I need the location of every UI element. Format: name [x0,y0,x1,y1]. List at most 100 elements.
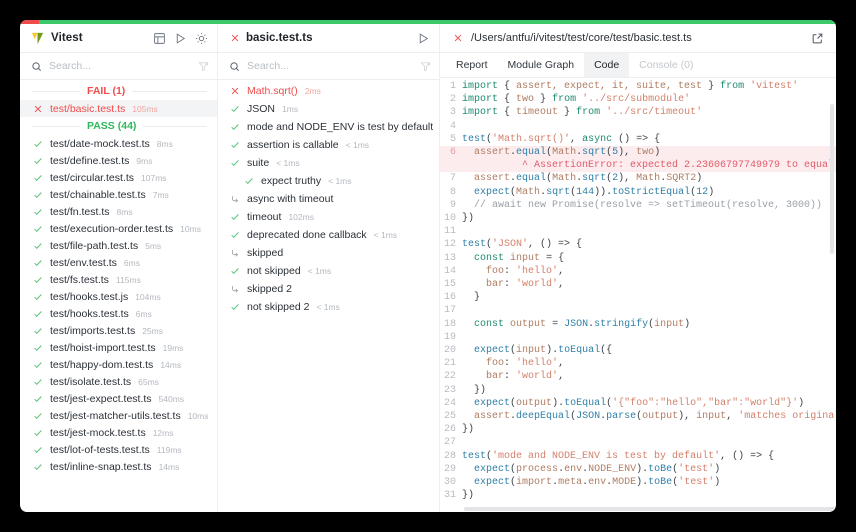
code-source [462,120,836,133]
search-input[interactable] [49,60,191,72]
code-line: 26}) [440,423,836,436]
test-file-list[interactable]: FAIL (1)test/basic.test.ts105msPASS (44)… [20,80,217,512]
code-token: equal [516,147,546,158]
file-path-text: /Users/antfu/i/vitest/test/core/test/bas… [471,32,803,44]
code-source: const output = JSON.stringify(input) [462,318,836,331]
code-token: sqrt [582,173,606,184]
code-line: 6 assert.equal(Math.sqrt(5), two) [440,146,836,159]
fail-status-icon [229,33,240,44]
dashboard-icon[interactable] [152,31,167,46]
file-path-header: /Users/antfu/i/vitest/test/core/test/bas… [440,24,836,53]
tab-module-graph[interactable]: Module Graph [498,53,585,77]
line-number: 1 [440,80,462,93]
code-token: Math [552,147,576,158]
test-file-name: test/define.test.ts [50,155,129,167]
test-file-row[interactable]: test/happy-dom.test.ts14ms [20,356,217,373]
test-case-duration: < 1ms [316,302,339,312]
detail-tabs[interactable]: ReportModule GraphCodeConsole (0) [440,53,836,78]
test-case-name: timeout [247,211,281,223]
code-token: ), [618,173,636,184]
test-file-row[interactable]: test/jest-expect.test.ts540ms [20,390,217,407]
test-file-row[interactable]: test/hoist-import.test.ts19ms [20,339,217,356]
test-file-row[interactable]: test/inline-snap.test.ts14ms [20,458,217,475]
test-duration: 7ms [153,190,169,200]
test-case-row[interactable]: assertion is callable< 1ms [218,136,439,154]
test-file-row[interactable]: test/chainable.test.ts7ms [20,186,217,203]
test-case-row[interactable]: deprecated done callback< 1ms [218,226,439,244]
code-token: ). [636,464,648,475]
test-case-row[interactable]: suite< 1ms [218,154,439,172]
test-case-row[interactable]: skipped 2 [218,280,439,298]
code-token: 'test' [678,477,714,488]
test-case-duration: < 1ms [346,140,369,150]
sidebar-search-row[interactable] [20,53,217,80]
code-viewer[interactable]: 1import { assert, expect, it, suite, tes… [440,78,836,512]
test-file-row[interactable]: test/file-path.test.ts5ms [20,237,217,254]
clear-filter-icon[interactable] [420,61,431,72]
test-file-name: test/lot-of-tests.test.ts [50,444,150,456]
code-token: assert [474,173,510,184]
pass-icon [32,393,43,404]
test-case-list[interactable]: Math.sqrt()2msJSON1msmode and NODE_ENV i… [218,80,439,512]
theme-icon[interactable] [194,31,209,46]
test-file-row[interactable]: test/imports.test.ts25ms [20,322,217,339]
test-case-row[interactable]: Math.sqrt()2ms [218,82,439,100]
code-line: 3import { timeout } from '../src/timeout… [440,106,836,119]
test-file-row[interactable]: test/jest-mock.test.ts12ms [20,424,217,441]
line-number: 11 [440,225,462,238]
code-token: , [558,266,564,277]
test-file-row[interactable]: test/hooks.test.ts6ms [20,305,217,322]
code-line: 23 }) [440,384,836,397]
cases-search-row[interactable] [218,53,439,80]
code-token: 'hello' [516,266,558,277]
test-file-row[interactable]: test/env.test.ts6ms [20,254,217,271]
test-file-row[interactable]: test/jest-matcher-utils.test.ts10ms [20,407,217,424]
code-token: , () => { [720,451,774,462]
test-file-row[interactable]: test/lot-of-tests.test.ts119ms [20,441,217,458]
test-case-row[interactable]: not skipped 2< 1ms [218,298,439,316]
test-case-row[interactable]: not skipped< 1ms [218,262,439,280]
run-icon[interactable] [173,31,188,46]
test-duration: 10ms [180,224,201,234]
test-file-row[interactable]: test/execution-order.test.ts10ms [20,220,217,237]
vertical-scrollbar[interactable] [830,104,834,254]
code-token: ), [678,411,696,422]
test-file-row[interactable]: test/define.test.ts9ms [20,152,217,169]
test-case-row[interactable]: skipped [218,244,439,262]
line-number: 2 [440,93,462,106]
open-external-icon[interactable] [811,32,824,45]
test-case-row[interactable]: timeout102ms [218,208,439,226]
test-file-row[interactable]: test/basic.test.ts105ms [20,100,217,117]
code-token: two [516,94,534,105]
code-token: } [558,107,576,118]
line-number: 16 [440,291,462,304]
test-file-row[interactable]: test/isolate.test.ts65ms [20,373,217,390]
test-file-row[interactable]: test/circular.test.ts107ms [20,169,217,186]
code-token: ) [798,398,804,409]
tab-console-0[interactable]: Console (0) [629,53,703,77]
fail-status-icon [452,33,463,44]
code-line: 22 bar: 'world', [440,370,836,383]
run-icon[interactable] [416,31,431,46]
skip-icon [229,284,240,295]
test-file-row[interactable]: test/fn.test.ts8ms [20,203,217,220]
tab-report[interactable]: Report [446,53,498,77]
code-token: input [510,253,540,264]
test-file-row[interactable]: test/hooks.test.js104ms [20,288,217,305]
tab-code[interactable]: Code [584,53,629,77]
code-token: , [558,279,564,290]
test-cases-panel: basic.test.ts [218,24,440,512]
code-source: } [462,291,836,304]
code-line: 2import { two } from '../src/submodule' [440,93,836,106]
test-case-row[interactable]: JSON1ms [218,100,439,118]
test-file-row[interactable]: test/date-mock.test.ts8ms [20,135,217,152]
code-token: }) [462,385,486,396]
cases-search-input[interactable] [247,60,413,72]
test-file-row[interactable]: test/fs.test.ts115ms [20,271,217,288]
test-case-row[interactable]: mode and NODE_ENV is test by default< 1m… [218,118,439,136]
test-case-row[interactable]: async with timeout [218,190,439,208]
horizontal-scrollbar[interactable] [464,507,836,511]
clear-filter-icon[interactable] [198,61,209,72]
code-token: ) [696,173,702,184]
test-case-row[interactable]: expect truthy< 1ms [218,172,439,190]
